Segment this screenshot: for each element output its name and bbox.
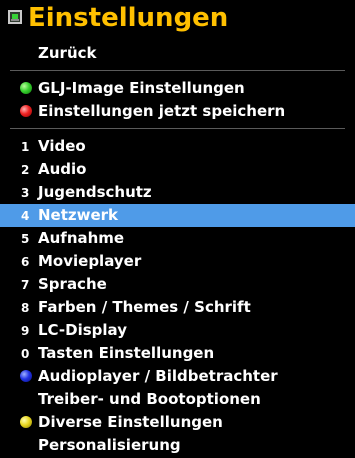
menu-item-number: 1 (21, 140, 30, 154)
menu-item-label: GLJ-Image Einstellungen (38, 79, 245, 97)
menu-item-number: 0 (21, 347, 30, 361)
menu-item-label: Aufnahme (38, 229, 125, 247)
settings-menu: Zurück GLJ-Image Einstellungen Einstellu… (0, 42, 355, 457)
menu-item-language[interactable]: 7 Sprache (0, 273, 355, 296)
menu-item-glj-image-settings[interactable]: GLJ-Image Einstellungen (0, 77, 355, 100)
menu-item-number: 9 (21, 324, 30, 338)
menu-separator (0, 123, 355, 135)
menu-item-network[interactable]: 4 Netzwerk (0, 204, 355, 227)
settings-screen-icon (8, 10, 22, 24)
menu-item-label: Movieplayer (38, 252, 142, 270)
menu-item-driver-boot-options[interactable]: Treiber- und Bootoptionen (0, 388, 355, 411)
menu-item-misc-settings[interactable]: Diverse Einstellungen (0, 411, 355, 434)
menu-item-number: 2 (21, 163, 30, 177)
menu-item-label: Jugendschutz (38, 183, 152, 201)
yellow-button-icon (20, 416, 32, 428)
menu-item-audio[interactable]: 2 Audio (0, 158, 355, 181)
green-button-icon (20, 82, 32, 94)
blue-button-icon (20, 370, 32, 382)
menu-item-number: 3 (21, 186, 30, 200)
page-title: Einstellungen (28, 3, 229, 33)
menu-item-number: 4 (21, 209, 30, 223)
menu-item-number: 8 (21, 301, 30, 315)
menu-item-video[interactable]: 1 Video (0, 135, 355, 158)
menu-item-number: 5 (21, 232, 30, 246)
menu-item-number: 7 (21, 278, 30, 292)
menu-item-parental-control[interactable]: 3 Jugendschutz (0, 181, 355, 204)
menu-item-personalization[interactable]: Personalisierung (0, 434, 355, 457)
menu-item-label: Netzwerk (38, 206, 119, 224)
red-button-icon (20, 105, 32, 117)
menu-item-label: Audioplayer / Bildbetrachter (38, 367, 278, 385)
menu-item-label: Treiber- und Bootoptionen (38, 390, 261, 408)
menu-item-label: Diverse Einstellungen (38, 413, 223, 431)
menu-item-label: Farben / Themes / Schrift (38, 298, 251, 316)
menu-item-lc-display[interactable]: 9 LC-Display (0, 319, 355, 342)
menu-item-movieplayer[interactable]: 6 Movieplayer (0, 250, 355, 273)
menu-separator (0, 65, 355, 77)
menu-item-key-settings[interactable]: 0 Tasten Einstellungen (0, 342, 355, 365)
back-menu-label: Zurück (38, 44, 97, 62)
menu-item-audioplayer-imageviewer[interactable]: Audioplayer / Bildbetrachter (0, 365, 355, 388)
menu-item-label: LC-Display (38, 321, 127, 339)
menu-item-number: 6 (21, 255, 30, 269)
menu-item-recording[interactable]: 5 Aufnahme (0, 227, 355, 250)
back-menu-item[interactable]: Zurück (0, 42, 355, 65)
menu-item-label: Video (38, 137, 86, 155)
menu-item-label: Sprache (38, 275, 107, 293)
menu-item-label: Audio (38, 160, 87, 178)
menu-item-colors-themes-font[interactable]: 8 Farben / Themes / Schrift (0, 296, 355, 319)
menu-item-label: Einstellungen jetzt speichern (38, 102, 286, 120)
menu-item-save-settings[interactable]: Einstellungen jetzt speichern (0, 100, 355, 123)
menu-item-label: Tasten Einstellungen (38, 344, 215, 362)
menu-item-label: Personalisierung (38, 436, 181, 454)
header-bar: Einstellungen (0, 0, 355, 42)
